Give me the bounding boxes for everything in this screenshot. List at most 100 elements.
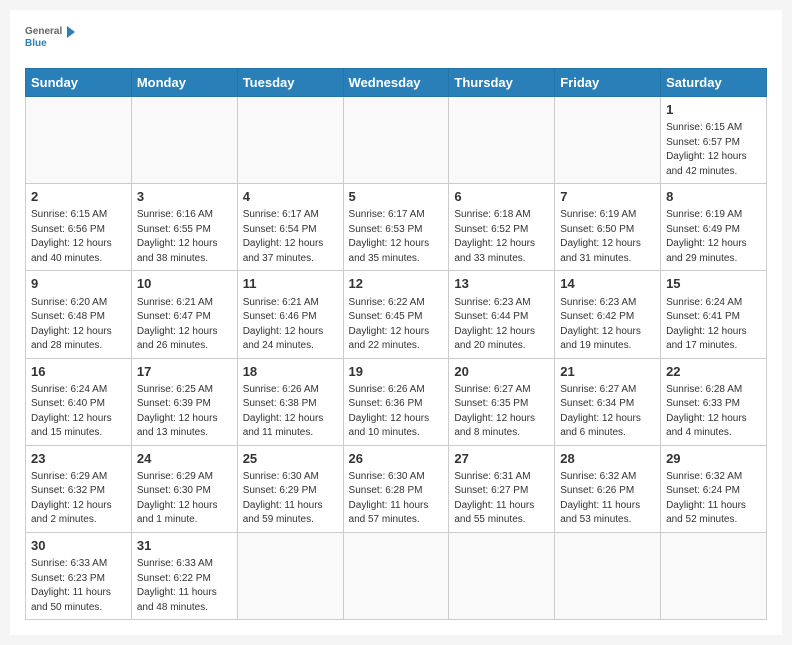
- day-info: Sunrise: 6:22 AM Sunset: 6:45 PM Dayligh…: [349, 296, 444, 354]
- day-info: Sunrise: 6:15 AM Sunset: 6:56 PM Dayligh…: [31, 208, 126, 266]
- day-number: 7: [560, 188, 655, 206]
- day-info: Sunrise: 6:17 AM Sunset: 6:54 PM Dayligh…: [243, 208, 338, 266]
- day-number: 10: [137, 275, 232, 293]
- day-info: Sunrise: 6:26 AM Sunset: 6:38 PM Dayligh…: [243, 383, 338, 441]
- day-number: 20: [454, 363, 549, 381]
- day-info: Sunrise: 6:23 AM Sunset: 6:42 PM Dayligh…: [560, 296, 655, 354]
- calendar-cell: 2Sunrise: 6:15 AM Sunset: 6:56 PM Daylig…: [26, 184, 132, 271]
- day-number: 15: [666, 275, 761, 293]
- day-info: Sunrise: 6:24 AM Sunset: 6:41 PM Dayligh…: [666, 296, 761, 354]
- calendar-cell: [555, 97, 661, 184]
- day-number: 6: [454, 188, 549, 206]
- day-info: Sunrise: 6:17 AM Sunset: 6:53 PM Dayligh…: [349, 208, 444, 266]
- week-row-3: 9 Sunrise: 6:20 AM Sunset: 6:48 PM Daylig…: [26, 271, 767, 358]
- calendar-cell: [555, 532, 661, 619]
- header-sunday: Sunday: [26, 69, 132, 97]
- day-number: 24: [137, 450, 232, 468]
- day-number: 28: [560, 450, 655, 468]
- calendar-cell: [237, 97, 343, 184]
- day-number: 29: [666, 450, 761, 468]
- day-info: Sunrise: 6:27 AM Sunset: 6:35 PM Dayligh…: [454, 383, 549, 441]
- calendar-cell: 29Sunrise: 6:32 AM Sunset: 6:24 PM Dayli…: [661, 445, 767, 532]
- day-info: Sunrise: 6:16 AM Sunset: 6:55 PM Dayligh…: [137, 208, 232, 266]
- calendar-cell: 24 Sunrise: 6:29 AM Sunset: 6:30 PM Dayli…: [131, 445, 237, 532]
- day-info: Sunrise: 6:27 AM Sunset: 6:34 PM Dayligh…: [560, 383, 655, 441]
- day-number: 9: [31, 275, 126, 293]
- day-info: Sunrise: 6:33 AM Sunset: 6:22 PM Dayligh…: [137, 557, 232, 615]
- header-tuesday: Tuesday: [237, 69, 343, 97]
- week-row-5: 23Sunrise: 6:29 AM Sunset: 6:32 PM Dayli…: [26, 445, 767, 532]
- day-info: Sunrise: 6:21 AM Sunset: 6:46 PM Dayligh…: [243, 296, 338, 354]
- calendar-cell: 6 Sunrise: 6:18 AM Sunset: 6:52 PM Daylig…: [449, 184, 555, 271]
- week-row-2: 2Sunrise: 6:15 AM Sunset: 6:56 PM Daylig…: [26, 184, 767, 271]
- day-info: Sunrise: 6:29 AM Sunset: 6:30 PM Dayligh…: [137, 470, 232, 528]
- calendar-cell: 13Sunrise: 6:23 AM Sunset: 6:44 PM Dayli…: [449, 271, 555, 358]
- day-info: Sunrise: 6:24 AM Sunset: 6:40 PM Dayligh…: [31, 383, 126, 441]
- day-number: 22: [666, 363, 761, 381]
- calendar-cell: 14 Sunrise: 6:23 AM Sunset: 6:42 PM Dayli…: [555, 271, 661, 358]
- day-number: 26: [349, 450, 444, 468]
- day-number: 14: [560, 275, 655, 293]
- calendar-cell: 10 Sunrise: 6:21 AM Sunset: 6:47 PM Dayli…: [131, 271, 237, 358]
- calendar-cell: 7Sunrise: 6:19 AM Sunset: 6:50 PM Daylig…: [555, 184, 661, 271]
- calendar-cell: 1Sunrise: 6:15 AM Sunset: 6:57 PM Daylig…: [661, 97, 767, 184]
- calendar-cell: 5 Sunrise: 6:17 AM Sunset: 6:53 PM Daylig…: [343, 184, 449, 271]
- calendar-cell: [26, 97, 132, 184]
- calendar-cell: [661, 532, 767, 619]
- calendar-cell: 28Sunrise: 6:32 AM Sunset: 6:26 PM Dayli…: [555, 445, 661, 532]
- day-info: Sunrise: 6:18 AM Sunset: 6:52 PM Dayligh…: [454, 208, 549, 266]
- day-info: Sunrise: 6:26 AM Sunset: 6:36 PM Dayligh…: [349, 383, 444, 441]
- calendar-cell: 22 Sunrise: 6:28 AM Sunset: 6:33 PM Dayli…: [661, 358, 767, 445]
- calendar-cell: 8 Sunrise: 6:19 AM Sunset: 6:49 PM Daylig…: [661, 184, 767, 271]
- calendar-cell: 18 Sunrise: 6:26 AM Sunset: 6:38 PM Dayli…: [237, 358, 343, 445]
- day-info: Sunrise: 6:23 AM Sunset: 6:44 PM Dayligh…: [454, 296, 549, 354]
- day-info: Sunrise: 6:31 AM Sunset: 6:27 PM Dayligh…: [454, 470, 549, 528]
- day-number: 4: [243, 188, 338, 206]
- calendar-cell: 3Sunrise: 6:16 AM Sunset: 6:55 PM Daylig…: [131, 184, 237, 271]
- calendar-cell: 19 Sunrise: 6:26 AM Sunset: 6:36 PM Dayli…: [343, 358, 449, 445]
- calendar-cell: 9 Sunrise: 6:20 AM Sunset: 6:48 PM Daylig…: [26, 271, 132, 358]
- day-number: 19: [349, 363, 444, 381]
- header-saturday: Saturday: [661, 69, 767, 97]
- header-thursday: Thursday: [449, 69, 555, 97]
- day-number: 16: [31, 363, 126, 381]
- calendar-cell: [131, 97, 237, 184]
- day-info: Sunrise: 6:30 AM Sunset: 6:28 PM Dayligh…: [349, 470, 444, 528]
- day-info: Sunrise: 6:21 AM Sunset: 6:47 PM Dayligh…: [137, 296, 232, 354]
- day-info: Sunrise: 6:25 AM Sunset: 6:39 PM Dayligh…: [137, 383, 232, 441]
- day-number: 18: [243, 363, 338, 381]
- day-info: Sunrise: 6:20 AM Sunset: 6:48 PM Dayligh…: [31, 296, 126, 354]
- general-blue-logo-icon: General Blue: [25, 20, 75, 60]
- calendar-cell: [237, 532, 343, 619]
- calendar-cell: [449, 97, 555, 184]
- header-friday: Friday: [555, 69, 661, 97]
- day-info: Sunrise: 6:19 AM Sunset: 6:49 PM Dayligh…: [666, 208, 761, 266]
- day-number: 8: [666, 188, 761, 206]
- header: General Blue: [25, 20, 767, 60]
- calendar-cell: 16 Sunrise: 6:24 AM Sunset: 6:40 PM Dayli…: [26, 358, 132, 445]
- calendar-cell: 30 Sunrise: 6:33 AM Sunset: 6:23 PM Dayli…: [26, 532, 132, 619]
- calendar-cell: 25Sunrise: 6:30 AM Sunset: 6:29 PM Dayli…: [237, 445, 343, 532]
- header-wednesday: Wednesday: [343, 69, 449, 97]
- day-info: Sunrise: 6:33 AM Sunset: 6:23 PM Dayligh…: [31, 557, 126, 615]
- calendar-cell: [343, 532, 449, 619]
- header-monday: Monday: [131, 69, 237, 97]
- day-number: 5: [349, 188, 444, 206]
- day-number: 30: [31, 537, 126, 555]
- calendar-cell: 23Sunrise: 6:29 AM Sunset: 6:32 PM Dayli…: [26, 445, 132, 532]
- calendar-cell: 17Sunrise: 6:25 AM Sunset: 6:39 PM Dayli…: [131, 358, 237, 445]
- calendar-cell: 21Sunrise: 6:27 AM Sunset: 6:34 PM Dayli…: [555, 358, 661, 445]
- calendar-cell: 26 Sunrise: 6:30 AM Sunset: 6:28 PM Dayli…: [343, 445, 449, 532]
- calendar-cell: [343, 97, 449, 184]
- calendar-cell: 4 Sunrise: 6:17 AM Sunset: 6:54 PM Daylig…: [237, 184, 343, 271]
- calendar-header-row: SundayMondayTuesdayWednesdayThursdayFrid…: [26, 69, 767, 97]
- calendar-cell: 20 Sunrise: 6:27 AM Sunset: 6:35 PM Dayli…: [449, 358, 555, 445]
- calendar: SundayMondayTuesdayWednesdayThursdayFrid…: [25, 68, 767, 620]
- week-row-6: 30 Sunrise: 6:33 AM Sunset: 6:23 PM Dayli…: [26, 532, 767, 619]
- calendar-cell: 27 Sunrise: 6:31 AM Sunset: 6:27 PM Dayli…: [449, 445, 555, 532]
- day-info: Sunrise: 6:28 AM Sunset: 6:33 PM Dayligh…: [666, 383, 761, 441]
- calendar-cell: 12 Sunrise: 6:22 AM Sunset: 6:45 PM Dayli…: [343, 271, 449, 358]
- day-number: 12: [349, 275, 444, 293]
- day-number: 27: [454, 450, 549, 468]
- calendar-cell: 15 Sunrise: 6:24 AM Sunset: 6:41 PM Dayli…: [661, 271, 767, 358]
